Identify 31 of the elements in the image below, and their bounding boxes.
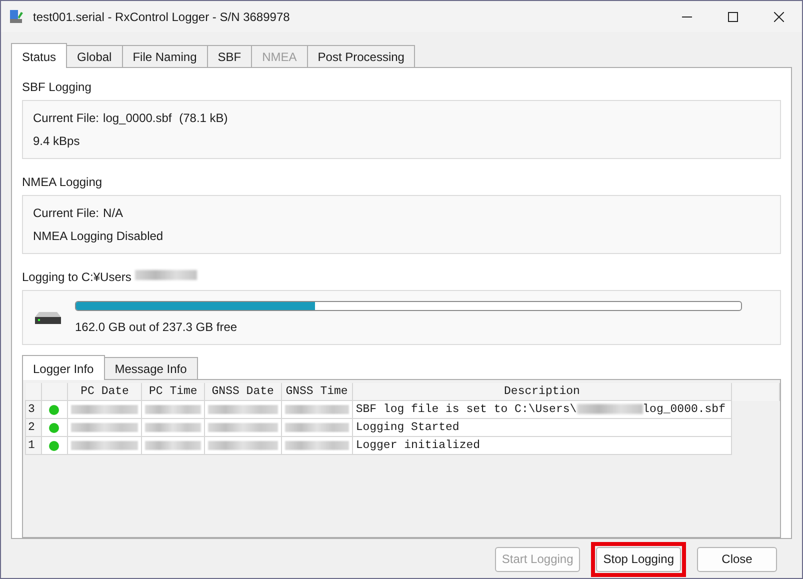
free-space-text: 162.0 GB out of 237.3 GB free [75,320,238,334]
file-name: log_0000.sbf [103,111,172,125]
row-number: 3 [26,400,42,418]
table-cell: Logging Started [356,421,460,434]
data-rate: 9.4 kBps [33,134,81,148]
column-header: GNSS Time [281,383,352,400]
column-header: PC Date [68,383,142,400]
action-button[interactable]: Close [697,546,777,572]
row-number: 1 [26,436,42,454]
file-name: N/A [103,206,124,220]
column-header: PC Time [142,383,205,400]
tab[interactable]: Logger Info [22,355,105,380]
drive-icon [35,312,61,324]
section-heading: Logging to C:¥Users [22,270,132,284]
app-icon [9,8,25,24]
row-number: 2 [26,418,42,436]
column-header: Description [352,383,732,400]
field-label: Current File: [33,206,100,220]
window-title: test001.serial - RxControl Logger - S/N 3689978 [33,10,291,24]
table-cell: SBF log file is set to C:\Users\ log_0000.sbf [356,403,726,416]
column-header: GNSS Date [204,383,282,400]
section-heading: NMEA Logging [22,175,104,189]
table-cell: Logger initialized [356,439,480,452]
section-heading: SBF Logging [22,80,92,94]
tab[interactable]: Post Processing [306,45,416,67]
status-text: NMEA Logging Disabled [33,229,164,243]
tab[interactable]: Message Info [104,357,198,379]
field-label: Current File: [33,111,100,125]
tab[interactable]: Status [11,43,68,68]
action-button[interactable]: Stop Logging [596,546,681,572]
file-size: (78.1 kB) [178,111,228,125]
